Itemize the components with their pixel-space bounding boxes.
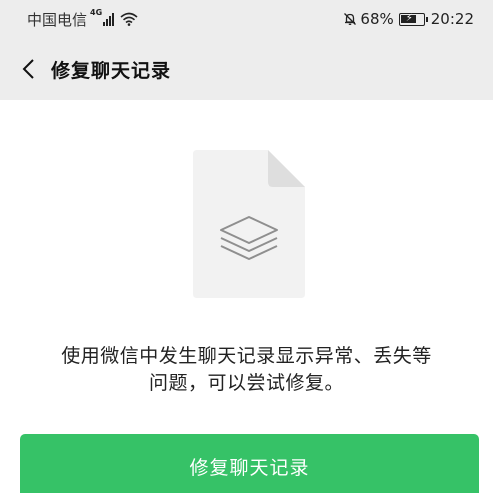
network-type: 4G bbox=[90, 7, 103, 17]
page-title: 修复聊天记录 bbox=[51, 59, 172, 82]
mute-bell-icon bbox=[344, 13, 357, 25]
battery-percent: 68% bbox=[360, 10, 394, 28]
repair-chat-history-button[interactable]: 修复聊天记录 bbox=[20, 434, 479, 493]
chevron-left-icon[interactable] bbox=[8, 49, 48, 89]
wifi-icon bbox=[120, 12, 138, 26]
status-bar-right: 68% ⚡ 20:22 bbox=[343, 10, 474, 28]
repair-description-line-1: 使用微信中发生聊天记录显示异常、丢失等 bbox=[61, 345, 432, 367]
carrier-name: 中国电信 bbox=[27, 10, 88, 29]
repair-chat-history-screen: 中国电信 4G 68% ⚡ 20:22 修复聊天记录 使用微信中发生聊天记录显示… bbox=[0, 0, 493, 493]
clock-time: 20:22 bbox=[430, 10, 474, 28]
navigation-bar: 修复聊天记录 bbox=[0, 38, 493, 100]
status-bar-left: 中国电信 4G bbox=[27, 7, 138, 30]
status-bar: 中国电信 4G 68% ⚡ 20:22 bbox=[0, 0, 493, 38]
charging-bolt-icon: ⚡ bbox=[405, 12, 413, 24]
document-layers-icon bbox=[193, 150, 305, 298]
repair-description: 使用微信中发生聊天记录显示异常、丢失等 问题，可以尝试修复。 bbox=[20, 343, 473, 397]
battery-icon: ⚡ bbox=[398, 12, 428, 26]
repair-description-line-2: 问题，可以尝试修复。 bbox=[148, 372, 344, 394]
signal-icon bbox=[103, 12, 115, 26]
